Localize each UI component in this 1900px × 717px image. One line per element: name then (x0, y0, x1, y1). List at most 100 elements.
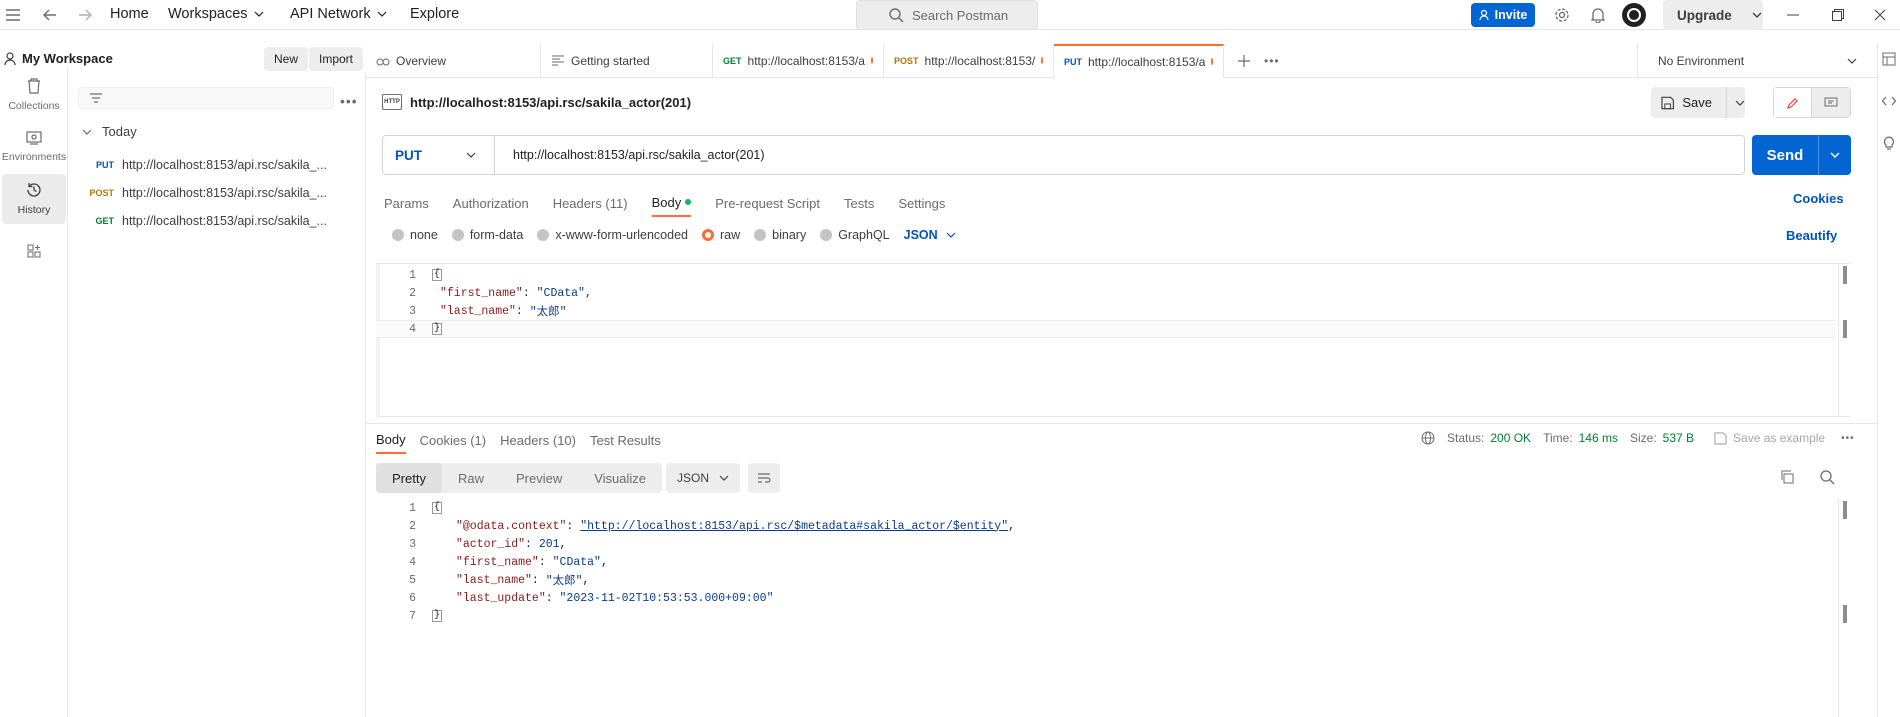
response-tab-test-results[interactable]: Test Results (590, 426, 661, 454)
upgrade-button[interactable]: Upgrade (1663, 0, 1763, 30)
close-icon[interactable] (1869, 4, 1891, 26)
view-raw[interactable]: Raw (442, 463, 500, 493)
method-badge: GET (95, 216, 114, 226)
request-title[interactable]: http://localhost:8153/api.rsc/sakila_act… (410, 95, 691, 110)
save-options-chevron-icon[interactable] (1726, 87, 1745, 118)
minimize-icon[interactable] (1782, 4, 1804, 26)
body-option-raw[interactable]: raw (702, 228, 740, 242)
tab-get-request[interactable]: GET http://localhost:8153/a (713, 43, 884, 78)
chevron-down-icon (377, 11, 387, 17)
invite-button[interactable]: Invite (1471, 3, 1535, 27)
json-link-value[interactable]: "http://localhost:8153/api.rsc/$metadata… (580, 520, 1008, 533)
method-badge: POST (894, 55, 919, 66)
environment-select[interactable]: No Environment (1637, 44, 1877, 78)
notification-bell-icon[interactable] (1587, 4, 1609, 26)
code-icon[interactable] (1882, 96, 1896, 106)
tab-body[interactable]: Body (651, 189, 692, 217)
rail-environments[interactable]: Environments (2, 122, 66, 172)
tab-settings[interactable]: Settings (898, 189, 945, 217)
tab-tests[interactable]: Tests (844, 189, 874, 217)
body-option-graphql[interactable]: GraphQL (820, 228, 890, 242)
request-body-editor[interactable]: 1 { 2 "first_name" : "CData", 3 "last_na… (376, 263, 1850, 418)
globe-icon[interactable] (1421, 431, 1435, 445)
tab-put-request[interactable]: PUT http://localhost:8153/a (1054, 43, 1224, 78)
history-item[interactable]: POST http://localhost:8153/api.rsc/sakil… (86, 179, 356, 207)
response-tab-headers[interactable]: Headers (10) (500, 426, 576, 454)
search-input[interactable]: Search Postman (856, 0, 1038, 30)
beautify-link[interactable]: Beautify (1786, 228, 1837, 243)
environment-quicklook-icon[interactable] (1882, 52, 1896, 66)
rail-collections[interactable]: Collections (2, 70, 66, 120)
nav-api-network[interactable]: API Network (290, 6, 387, 22)
body-option-none[interactable]: none (392, 228, 438, 242)
history-group-today[interactable]: Today (82, 124, 137, 139)
history-more-icon[interactable]: ••• (340, 93, 358, 109)
code-line: 4 "first_name" : "CData" , (376, 553, 1836, 571)
body-option-urlencoded[interactable]: x-www-form-urlencoded (537, 228, 688, 242)
method-badge: PUT (96, 160, 114, 170)
send-button[interactable]: Send (1752, 135, 1851, 175)
back-arrow-icon[interactable] (39, 4, 61, 26)
time-value[interactable]: 146 ms (1579, 431, 1618, 445)
tab-overview[interactable]: Overview (366, 43, 541, 78)
nav-workspaces[interactable]: Workspaces (168, 6, 264, 22)
tab-params[interactable]: Params (384, 189, 429, 217)
json-key: "last_name" (440, 304, 516, 318)
body-format-select[interactable]: JSON (904, 228, 956, 242)
comments-icon[interactable] (1812, 88, 1850, 117)
view-preview[interactable]: Preview (500, 463, 578, 493)
json-value: "CData", (536, 286, 592, 300)
new-button[interactable]: New (264, 47, 309, 71)
top-bar: Home Workspaces API Network Explore Sear… (0, 0, 1900, 30)
tab-getting-started[interactable]: Getting started (541, 43, 713, 78)
import-button[interactable]: Import (309, 47, 364, 71)
menu-icon[interactable] (2, 4, 24, 26)
response-format-select[interactable]: JSON (666, 463, 740, 493)
settings-gear-icon[interactable] (1551, 4, 1573, 26)
cookies-link[interactable]: Cookies (1793, 191, 1844, 206)
rail-apps[interactable] (2, 226, 66, 276)
avatar[interactable] (1622, 3, 1646, 27)
status-value[interactable]: 200 OK (1490, 431, 1531, 445)
history-filter-input[interactable] (78, 87, 334, 109)
rail-history[interactable]: History (2, 174, 66, 224)
editor-scrollbar[interactable] (1838, 264, 1850, 418)
search-icon[interactable] (1820, 470, 1835, 485)
tab-authorization[interactable]: Authorization (453, 189, 529, 217)
save-as-example-button[interactable]: Save as example (1714, 431, 1825, 445)
body-active-dot-icon (685, 199, 692, 205)
nav-home[interactable]: Home (110, 6, 149, 22)
http-request-icon: HTTP (382, 94, 402, 110)
tab-pre-request-script[interactable]: Pre-request Script (715, 189, 820, 217)
response-more-icon[interactable]: ••• (1841, 433, 1855, 444)
lightbulb-icon[interactable] (1883, 136, 1895, 150)
copy-icon[interactable] (1780, 470, 1794, 484)
history-item[interactable]: PUT http://localhost:8153/api.rsc/sakila… (86, 151, 356, 179)
tab-headers[interactable]: Headers (11) (553, 189, 628, 217)
tab-post-request[interactable]: POST http://localhost:8153/ (884, 43, 1054, 78)
response-body-viewer[interactable]: 1 { 2 "@odata.context" : "http://localho… (376, 499, 1850, 717)
url-input[interactable]: http://localhost:8153/api.rsc/sakila_act… (495, 148, 1744, 162)
edit-pencil-icon[interactable] (1774, 88, 1812, 117)
body-option-form-data[interactable]: form-data (451, 228, 523, 242)
save-button[interactable]: Save (1651, 87, 1745, 118)
nav-explore[interactable]: Explore (410, 6, 459, 22)
restore-icon[interactable] (1827, 4, 1849, 26)
search-icon (889, 7, 904, 22)
tabs-more-icon[interactable]: ••• (1264, 54, 1280, 68)
history-item[interactable]: GET http://localhost:8153/api.rsc/sakila… (86, 207, 356, 235)
body-option-binary[interactable]: binary (754, 228, 806, 242)
new-tab-plus-icon[interactable] (1224, 54, 1264, 67)
view-pretty[interactable]: Pretty (376, 463, 442, 493)
environment-label: No Environment (1658, 54, 1745, 68)
forward-arrow-icon[interactable] (74, 4, 96, 26)
wrap-lines-icon[interactable] (748, 463, 780, 493)
send-options-chevron-icon[interactable] (1818, 135, 1851, 175)
response-tab-cookies[interactable]: Cookies (1) (420, 426, 486, 454)
response-tab-body[interactable]: Body (376, 426, 406, 454)
response-scrollbar[interactable] (1838, 499, 1850, 717)
method-select[interactable]: PUT (383, 136, 495, 174)
save-disk-icon (1661, 96, 1674, 109)
view-visualize[interactable]: Visualize (578, 463, 662, 493)
size-value[interactable]: 537 B (1663, 431, 1694, 445)
